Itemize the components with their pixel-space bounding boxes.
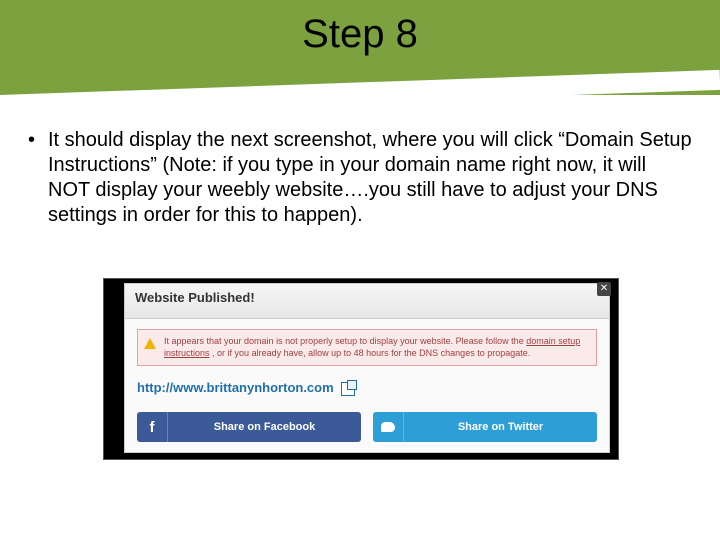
alert-text-post: , or if you already have, allow up to 48… [212, 348, 530, 358]
dialog: ✕ Website Published! It appears that you… [124, 283, 610, 453]
published-url-row: http://www.brittanynhorton.com [137, 380, 597, 396]
warning-alert: It appears that your domain is not prope… [137, 329, 597, 366]
warning-icon [144, 338, 156, 349]
alert-text-pre: It appears that your domain is not prope… [164, 336, 526, 346]
bullet-text: It should display the next screenshot, w… [48, 128, 692, 228]
dialog-title: Website Published! [125, 284, 609, 319]
page-title: Step 8 [0, 12, 720, 57]
published-url-link[interactable]: http://www.brittanynhorton.com [137, 380, 334, 395]
bullet-dot: • [28, 128, 48, 228]
share-facebook-button[interactable]: f Share on Facebook [137, 412, 361, 442]
share-button-row: f Share on Facebook Share on Twitter [137, 412, 597, 442]
embedded-screenshot: ✕ Website Published! It appears that you… [103, 278, 619, 460]
close-icon[interactable]: ✕ [597, 282, 611, 296]
facebook-icon: f [137, 412, 168, 442]
external-link-icon[interactable] [341, 382, 355, 396]
share-twitter-label: Share on Twitter [404, 421, 597, 433]
body-paragraph: • It should display the next screenshot,… [28, 128, 692, 228]
share-facebook-label: Share on Facebook [168, 421, 361, 433]
twitter-icon [373, 412, 404, 442]
share-twitter-button[interactable]: Share on Twitter [373, 412, 597, 442]
